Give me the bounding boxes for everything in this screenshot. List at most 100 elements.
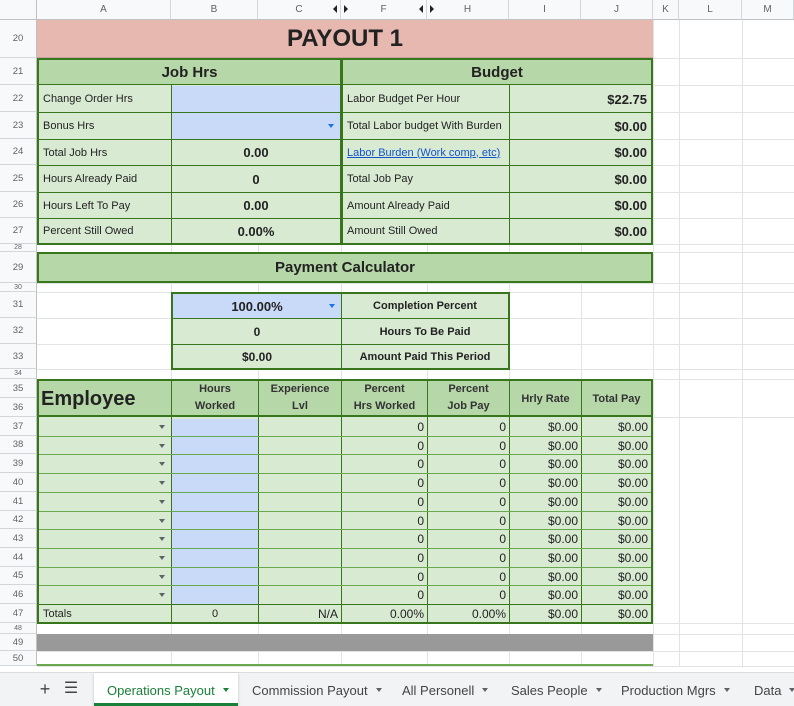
hours-already-paid-value[interactable]: 0: [172, 166, 340, 192]
tab-operations-payout[interactable]: Operations Payout: [107, 674, 229, 706]
percent-job-pay-cell[interactable]: 0: [428, 418, 509, 436]
hidden-columns-right-arrow-icon[interactable]: [344, 5, 348, 13]
total-job-pay-value[interactable]: $0.00: [510, 166, 651, 192]
hrly-rate-cell[interactable]: $0.00: [510, 568, 581, 585]
totals-percent-job-pay[interactable]: 0.00%: [428, 605, 509, 622]
labor-burden-link[interactable]: Labor Burden (Work comp, etc): [343, 140, 509, 165]
experience-lvl-header[interactable]: ExperienceLvl: [259, 381, 341, 417]
hours-worked-cell[interactable]: [172, 530, 258, 548]
hrly-rate-header[interactable]: Hrly Rate: [510, 381, 581, 417]
row-header[interactable]: 48: [0, 623, 37, 634]
column-header-b[interactable]: B: [171, 0, 258, 20]
total-pay-cell[interactable]: $0.00: [582, 512, 651, 529]
budget-header[interactable]: Budget: [343, 60, 651, 85]
hours-worked-cell[interactable]: [172, 512, 258, 529]
experience-lvl-cell[interactable]: [259, 437, 341, 454]
row-header[interactable]: 50: [0, 651, 37, 666]
experience-lvl-cell[interactable]: [259, 455, 341, 473]
column-header-a[interactable]: A: [37, 0, 171, 20]
employee-dropdown-arrow-icon[interactable]: [159, 462, 165, 466]
row-header[interactable]: 47: [0, 604, 37, 623]
column-header-h[interactable]: H: [427, 0, 509, 20]
tab-menu-chevron-icon[interactable]: [223, 688, 229, 692]
tab-sales-people[interactable]: Sales People: [511, 674, 602, 706]
job-hrs-header[interactable]: Job Hrs: [39, 60, 340, 85]
employee-name-dropdown[interactable]: [39, 437, 171, 454]
percent-job-pay-header[interactable]: PercentJob Pay: [428, 381, 509, 417]
employee-name-dropdown[interactable]: [39, 530, 171, 548]
employee-dropdown-arrow-icon[interactable]: [159, 556, 165, 560]
total-pay-cell[interactable]: $0.00: [582, 493, 651, 511]
row-header[interactable]: 49: [0, 634, 37, 651]
completion-percent-dropdown-arrow-icon[interactable]: [329, 304, 335, 308]
hrly-rate-cell[interactable]: $0.00: [510, 493, 581, 511]
total-pay-cell[interactable]: $0.00: [582, 474, 651, 492]
percent-hrs-worked-cell[interactable]: 0: [342, 586, 427, 604]
labor-burden-value[interactable]: $0.00: [510, 140, 651, 165]
employee-name-dropdown[interactable]: [39, 549, 171, 567]
hrly-rate-cell[interactable]: $0.00: [510, 586, 581, 604]
column-header-m[interactable]: M: [742, 0, 794, 20]
row-header[interactable]: 45: [0, 567, 37, 585]
employee-name-dropdown[interactable]: [39, 512, 171, 529]
column-header-l[interactable]: L: [679, 0, 742, 20]
tab-menu-chevron-icon[interactable]: [724, 688, 730, 692]
employee-dropdown-arrow-icon[interactable]: [159, 537, 165, 541]
experience-lvl-cell[interactable]: [259, 568, 341, 585]
hours-worked-header[interactable]: HoursWorked: [172, 381, 258, 417]
row-header[interactable]: 40: [0, 473, 37, 492]
hours-worked-cell[interactable]: [172, 493, 258, 511]
row-header[interactable]: 46: [0, 585, 37, 604]
percent-job-pay-cell[interactable]: 0: [428, 549, 509, 567]
employee-header[interactable]: Employee: [40, 381, 171, 417]
employee-dropdown-arrow-icon[interactable]: [159, 425, 165, 429]
tab-production-mgrs[interactable]: Production Mgrs: [621, 674, 730, 706]
column-header-i[interactable]: I: [509, 0, 581, 20]
tab-commission-payout[interactable]: Commission Payout: [252, 674, 382, 706]
row-header[interactable]: 26: [0, 192, 37, 218]
total-pay-cell[interactable]: $0.00: [582, 568, 651, 585]
hours-worked-cell[interactable]: [172, 549, 258, 567]
experience-lvl-cell[interactable]: [259, 586, 341, 604]
payment-calculator-header[interactable]: Payment Calculator: [37, 252, 653, 283]
row-header[interactable]: 33: [0, 344, 37, 369]
percent-job-pay-cell[interactable]: 0: [428, 512, 509, 529]
percent-hrs-worked-cell[interactable]: 0: [342, 437, 427, 454]
bonus-hrs-dropdown[interactable]: [172, 113, 340, 139]
amount-paid-this-period-value[interactable]: $0.00: [173, 345, 341, 368]
tab-menu-chevron-icon[interactable]: [376, 688, 382, 692]
percent-hrs-worked-cell[interactable]: 0: [342, 474, 427, 492]
tab-menu-chevron-icon[interactable]: [596, 688, 602, 692]
percent-job-pay-cell[interactable]: 0: [428, 455, 509, 473]
percent-job-pay-cell[interactable]: 0: [428, 568, 509, 585]
hrly-rate-cell[interactable]: $0.00: [510, 474, 581, 492]
employee-name-dropdown[interactable]: [39, 586, 171, 604]
percent-hrs-worked-cell[interactable]: 0: [342, 568, 427, 585]
row-header[interactable]: 34: [0, 369, 37, 379]
percent-job-pay-cell[interactable]: 0: [428, 586, 509, 604]
percent-job-pay-cell[interactable]: 0: [428, 437, 509, 454]
row-header[interactable]: 32: [0, 318, 37, 344]
row-header[interactable]: 42: [0, 511, 37, 529]
hours-worked-cell[interactable]: [172, 568, 258, 585]
hidden-columns-right-arrow-icon[interactable]: [430, 5, 434, 13]
hrly-rate-cell[interactable]: $0.00: [510, 549, 581, 567]
row-header[interactable]: 41: [0, 492, 37, 511]
column-header-k[interactable]: K: [653, 0, 679, 20]
hours-to-be-paid-value[interactable]: 0: [173, 319, 341, 344]
total-pay-cell[interactable]: $0.00: [582, 418, 651, 436]
row-header[interactable]: 31: [0, 292, 37, 318]
total-job-hrs-value[interactable]: 0.00: [172, 140, 340, 165]
totals-hrly-rate[interactable]: $0.00: [510, 605, 581, 622]
hidden-columns-left-arrow-icon[interactable]: [333, 5, 337, 13]
total-pay-cell[interactable]: $0.00: [582, 549, 651, 567]
totals-experience-lvl[interactable]: N/A: [259, 605, 341, 622]
column-header-c[interactable]: C: [258, 0, 341, 20]
hrly-rate-cell[interactable]: $0.00: [510, 418, 581, 436]
employee-dropdown-arrow-icon[interactable]: [159, 519, 165, 523]
row-header[interactable]: 23: [0, 112, 37, 139]
experience-lvl-cell[interactable]: [259, 474, 341, 492]
hrly-rate-cell[interactable]: $0.00: [510, 437, 581, 454]
tab-menu-chevron-icon[interactable]: [482, 688, 488, 692]
totals-hours-worked[interactable]: 0: [172, 605, 258, 622]
